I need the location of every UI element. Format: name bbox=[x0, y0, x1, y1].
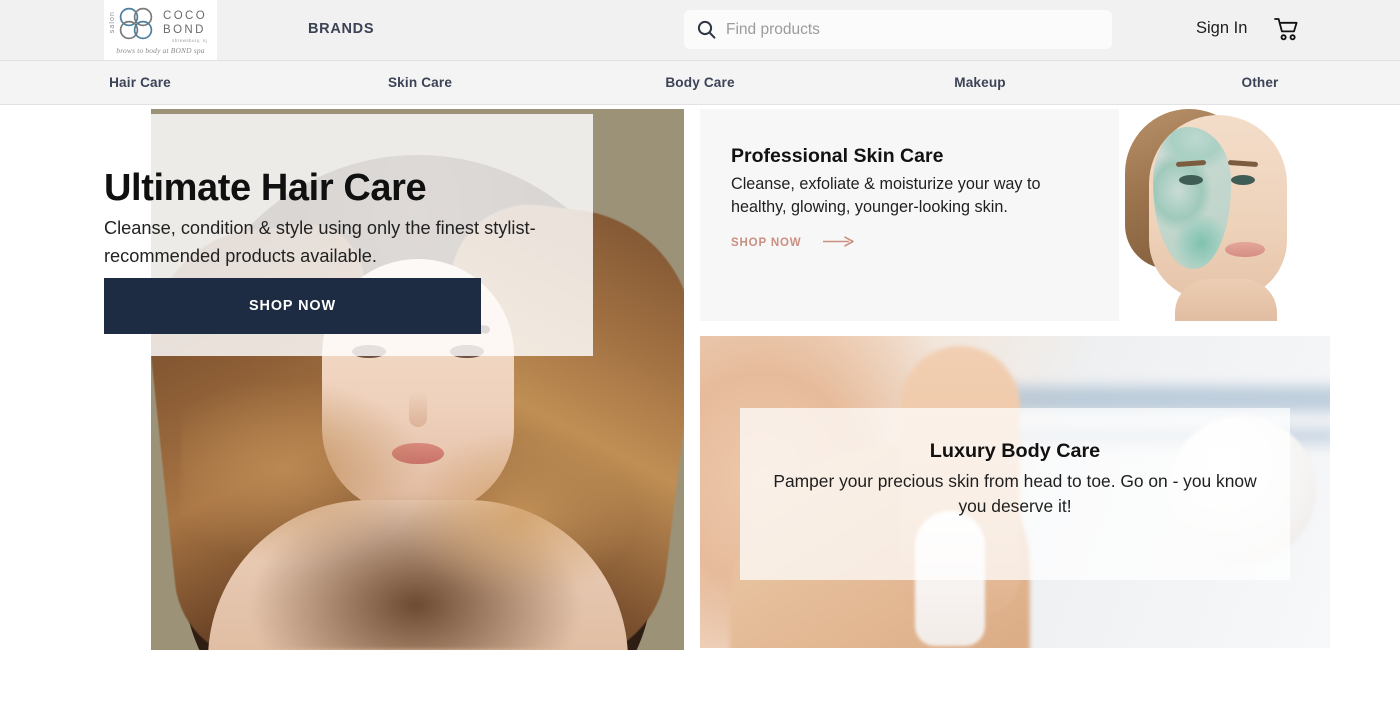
category-navbar: Hair Care Skin Care Body Care Makeup Oth… bbox=[0, 60, 1400, 105]
skin-care-shop-now-label: SHOP NOW bbox=[731, 237, 802, 249]
nav-item-makeup[interactable]: Makeup bbox=[840, 75, 1120, 90]
sign-in-link[interactable]: Sign In bbox=[1196, 19, 1247, 38]
logo-salon-text: salon bbox=[109, 11, 116, 34]
skin-care-text-panel: Professional Skin Care Cleanse, exfoliat… bbox=[700, 109, 1119, 321]
search-bar[interactable] bbox=[684, 10, 1112, 49]
brands-link[interactable]: BRANDS bbox=[308, 21, 374, 37]
nav-item-skin-care[interactable]: Skin Care bbox=[280, 75, 560, 90]
skin-care-image bbox=[1119, 109, 1330, 321]
site-header: salon COCO BOND shrewsbury, nj brows to … bbox=[0, 0, 1400, 60]
arrow-right-icon bbox=[823, 234, 855, 252]
logo-city-text: shrewsbury, nj bbox=[172, 38, 208, 44]
body-care-card[interactable]: Luxury Body Care Pamper your precious sk… bbox=[700, 336, 1330, 648]
logo-tagline: brows to body at BOND spa bbox=[116, 46, 205, 55]
body-care-title: Luxury Body Care bbox=[929, 440, 1101, 462]
four-interlocking-circles-icon bbox=[117, 7, 157, 46]
logo-name-bond: BOND bbox=[163, 24, 206, 37]
skin-care-shop-now-link[interactable]: SHOP NOW bbox=[731, 234, 855, 252]
shopping-cart-icon[interactable] bbox=[1274, 17, 1300, 42]
main-content: Ultimate Hair Care Cleanse, condition & … bbox=[0, 105, 1400, 706]
hero-subtitle: Cleanse, condition & style using only th… bbox=[104, 218, 536, 266]
skin-care-card[interactable]: Professional Skin Care Cleanse, exfoliat… bbox=[700, 109, 1330, 321]
logo-name-coco: COCO bbox=[163, 10, 208, 22]
body-care-subtitle: Pamper your precious skin from head to t… bbox=[773, 471, 1257, 517]
nav-item-hair-care[interactable]: Hair Care bbox=[0, 75, 280, 90]
hero-title: Ultimate Hair Care bbox=[104, 167, 427, 209]
nav-item-body-care[interactable]: Body Care bbox=[560, 75, 840, 90]
hero-hair-care: Ultimate Hair Care Cleanse, condition & … bbox=[0, 105, 690, 650]
search-icon bbox=[697, 20, 716, 39]
hero-shop-now-button[interactable]: SHOP NOW bbox=[104, 278, 481, 334]
site-logo[interactable]: salon COCO BOND shrewsbury, nj brows to … bbox=[104, 0, 217, 60]
skin-care-subtitle: Cleanse, exfoliate & moisturize your way… bbox=[731, 175, 1041, 217]
search-input[interactable] bbox=[726, 20, 1112, 39]
skin-care-title: Professional Skin Care bbox=[731, 145, 944, 167]
hero-shop-now-label: SHOP NOW bbox=[249, 298, 336, 314]
nav-item-other[interactable]: Other bbox=[1120, 75, 1400, 90]
